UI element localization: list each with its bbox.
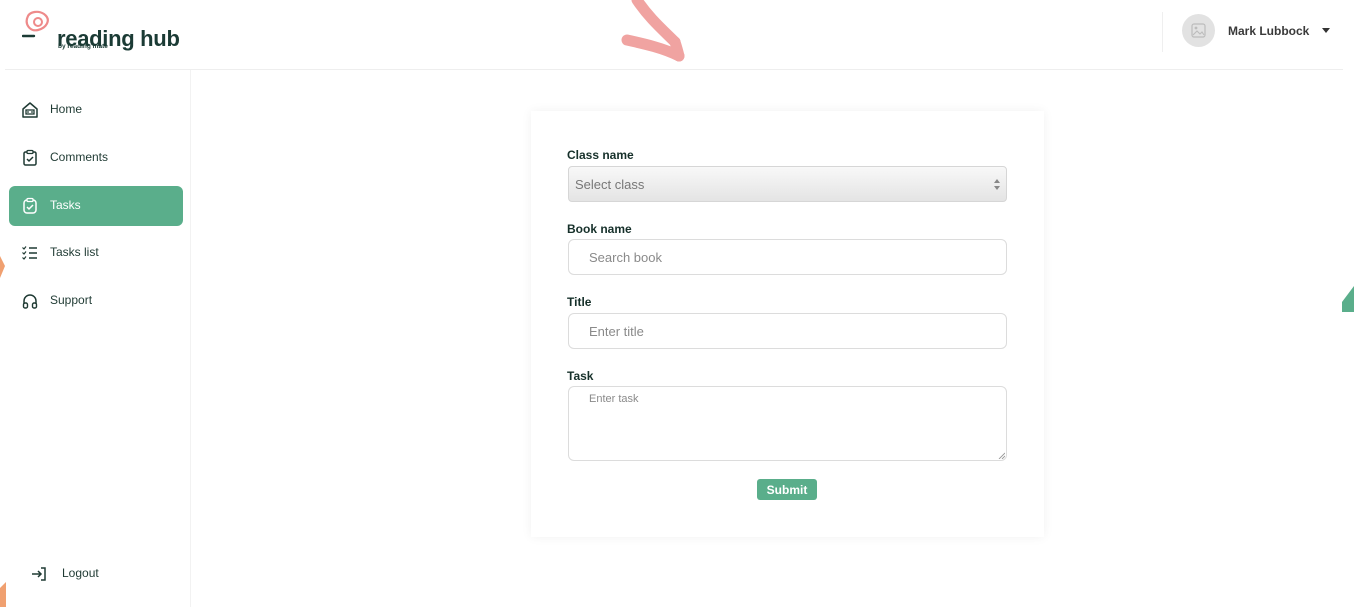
user-menu[interactable]: Mark Lubbock bbox=[1182, 14, 1342, 48]
sidebar-item-home[interactable]: Home bbox=[9, 90, 183, 130]
class-select-value: Select class bbox=[575, 177, 645, 192]
decorative-shape-icon bbox=[0, 582, 6, 607]
decorative-shape-icon bbox=[1342, 286, 1354, 312]
header-divider-line bbox=[5, 69, 1343, 70]
sidebar-item-label: Support bbox=[50, 293, 93, 307]
caret-down-icon[interactable] bbox=[1322, 28, 1330, 33]
decorative-arrow-icon bbox=[621, 0, 685, 62]
task-form-card: Class name Select class Book name Title … bbox=[531, 111, 1044, 537]
sidebar-item-tasks[interactable]: Tasks bbox=[9, 186, 183, 226]
header-divider bbox=[1162, 12, 1163, 52]
image-icon bbox=[1191, 23, 1206, 38]
sidebar-item-tasks-list[interactable]: Tasks list bbox=[9, 233, 183, 273]
title-input[interactable] bbox=[568, 313, 1007, 349]
decorative-shape-icon bbox=[0, 256, 5, 278]
sidebar-item-comments[interactable]: Comments bbox=[9, 138, 183, 178]
brand-tagline: by reading mate bbox=[58, 43, 108, 50]
user-name[interactable]: Mark Lubbock bbox=[1228, 24, 1309, 38]
sidebar-border bbox=[190, 70, 191, 607]
headset-icon bbox=[22, 294, 38, 309]
clipboard-check-icon bbox=[23, 197, 37, 214]
select-arrows-icon bbox=[994, 179, 1000, 190]
task-textarea[interactable] bbox=[568, 386, 1007, 461]
top-header: reading hub by reading mate Mark Lubbock bbox=[0, 0, 1354, 70]
book-name-label: Book name bbox=[567, 222, 632, 236]
home-icon bbox=[22, 102, 38, 118]
checklist-icon bbox=[22, 246, 37, 260]
sidebar-item-label: Home bbox=[50, 102, 83, 116]
avatar[interactable] bbox=[1182, 14, 1215, 47]
sidebar-item-support[interactable]: Support bbox=[9, 281, 183, 321]
sidebar-item-label: Tasks bbox=[50, 198, 81, 212]
logout-button[interactable]: Logout bbox=[30, 562, 140, 586]
brand-logo[interactable]: reading hub by reading mate bbox=[22, 10, 182, 58]
sidebar-item-label: Comments bbox=[50, 150, 109, 164]
class-name-label: Class name bbox=[567, 148, 634, 162]
book-search-input[interactable] bbox=[568, 239, 1007, 275]
sidebar-item-label: Tasks list bbox=[50, 245, 99, 259]
submit-button[interactable]: Submit bbox=[757, 479, 817, 500]
logout-label: Logout bbox=[62, 566, 99, 580]
title-label: Title bbox=[567, 295, 592, 309]
class-select[interactable]: Select class bbox=[568, 166, 1007, 202]
clipboard-check-icon bbox=[23, 149, 37, 166]
reading-hub-logo-icon bbox=[22, 10, 49, 38]
resize-handle-icon[interactable] bbox=[998, 452, 1005, 459]
logout-icon bbox=[32, 567, 46, 581]
task-label: Task bbox=[567, 369, 594, 383]
